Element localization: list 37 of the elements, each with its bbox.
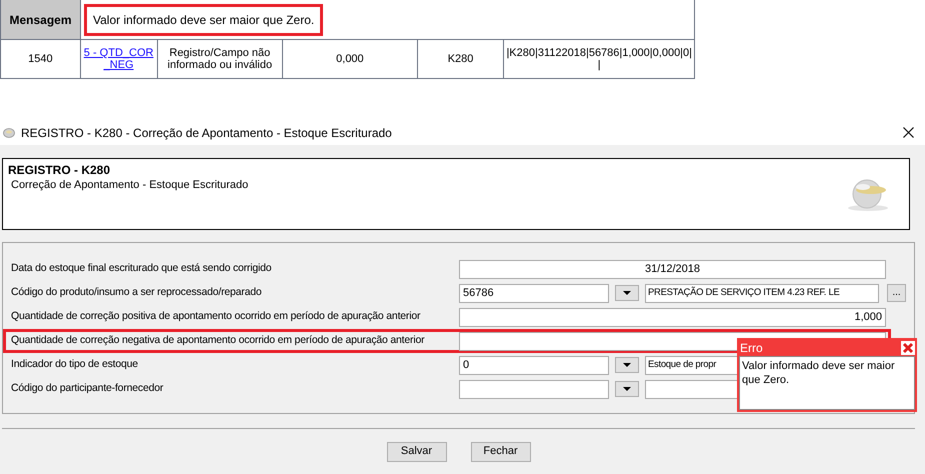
table-cell: K280 xyxy=(448,53,474,65)
table-cell: |K280|31122018|56786|1,000|0,000|0| | xyxy=(506,47,692,71)
dropdown-button[interactable] xyxy=(615,381,639,397)
dialog-button[interactable]: Salvar xyxy=(386,442,446,462)
field-link[interactable]: 5 - QTD_COR_NEG xyxy=(82,47,155,71)
field-label: Código do participante-fornecedor xyxy=(10,381,164,396)
table-cell: 1540 xyxy=(28,53,53,65)
input-field[interactable]: 0 xyxy=(459,356,609,374)
dropdown-button[interactable] xyxy=(615,285,639,301)
input-field[interactable] xyxy=(459,380,609,398)
input-field[interactable]: 1,000 xyxy=(459,308,886,326)
dialog-button[interactable]: Fechar xyxy=(470,442,530,462)
table-cell: 0,000 xyxy=(336,53,364,65)
header-title: REGISTRO - K280 xyxy=(8,163,112,178)
table-header-cell: Mensagem xyxy=(1,0,81,39)
field-label: Indicador do tipo de estoque xyxy=(10,357,139,372)
input-field[interactable]: 56786 xyxy=(459,284,609,302)
table-cell-text: Registro/Campo não informado ou inválido xyxy=(166,47,274,71)
field-label: Código do produto/insumo a ser reprocessado/reparado xyxy=(10,285,263,300)
field-label: Data do estoque final escriturado que está sendo corrigido xyxy=(10,261,272,276)
globe-icon xyxy=(3,128,15,138)
input-field[interactable]: 31/12/2018 xyxy=(459,260,886,278)
dropdown-button[interactable] xyxy=(615,357,639,373)
field-label: Quantidade de correção positiva de apontamento ocorrido em período de apuração anterior xyxy=(10,309,422,324)
caret-icon xyxy=(623,387,631,391)
caret-icon xyxy=(623,363,631,367)
header-subtitle: Correção de Apontamento - Estoque Escriturado xyxy=(11,178,250,192)
browse-button[interactable]: ... xyxy=(887,284,906,302)
message-text: Valor informado deve ser maior que Zero. xyxy=(84,4,324,36)
close-icon xyxy=(902,342,914,354)
error-title: Erro xyxy=(739,340,763,357)
caret-icon xyxy=(623,291,631,295)
close-icon xyxy=(902,127,914,138)
globe-logo-icon xyxy=(845,177,891,213)
window-title: REGISTRO - K280 - Correção de Apontamento - Estoque Escriturado xyxy=(21,124,393,142)
field-label: Quantidade de correção negativa de apontamento ocorrido em período de apuração anterior xyxy=(10,333,426,348)
description-field[interactable]: PRESTAÇÃO DE SERVIÇO ITEM 4.23 REF. LE xyxy=(645,284,879,302)
